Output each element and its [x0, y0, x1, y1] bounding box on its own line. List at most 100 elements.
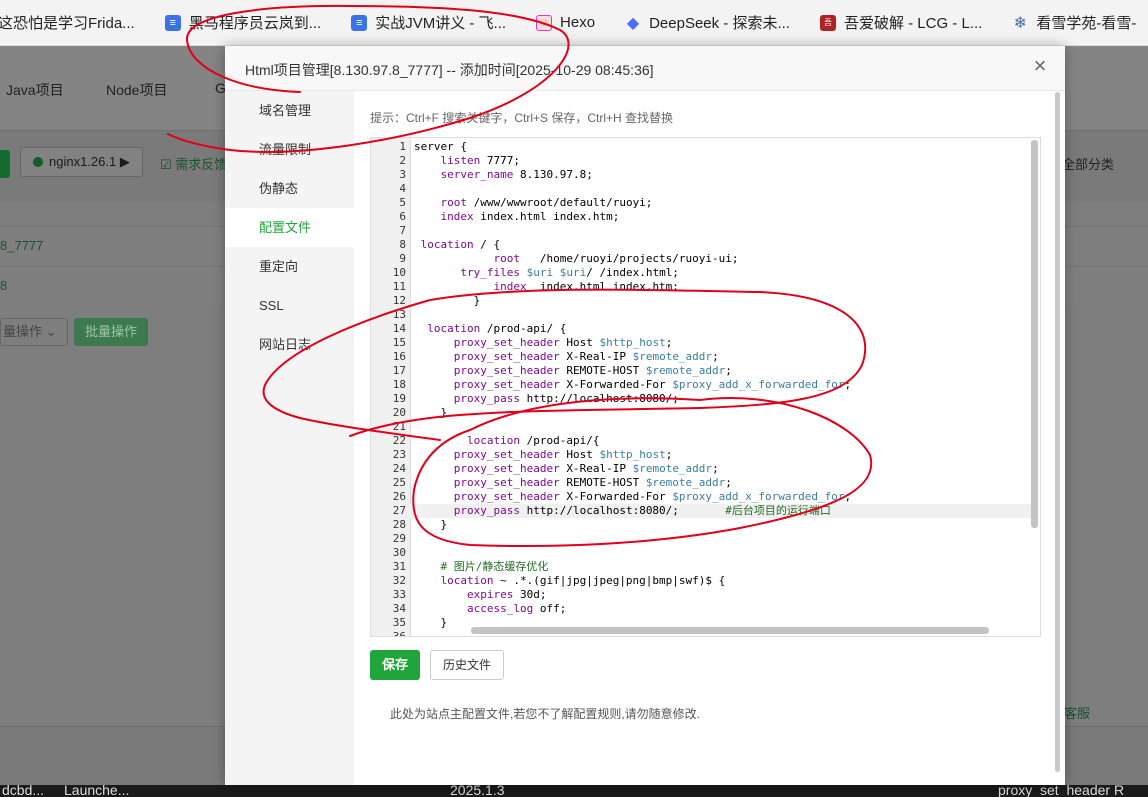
code-line[interactable]: 2 listen 7777; — [371, 154, 1031, 168]
code-line[interactable]: 1 server { — [371, 140, 1031, 154]
code-line[interactable]: 31 # 图片/静态缓存优化 — [371, 560, 1031, 574]
bookmark-heima[interactable]: ≡ 黑马程序员云岚到... — [164, 0, 321, 46]
close-icon[interactable]: × — [1029, 55, 1051, 78]
code-line[interactable]: 28 } — [371, 518, 1031, 532]
sidebar-item-traffic-limit[interactable]: 流量限制 — [225, 130, 354, 169]
bookmark-hexo[interactable]: ☺ Hexo — [536, 0, 595, 46]
code-line[interactable]: 27 proxy_pass http://localhost:8080/; #后… — [371, 504, 1031, 518]
sidebar-item-redirect[interactable]: 重定向 — [225, 247, 354, 286]
code-line[interactable]: 25 proxy_set_header REMOTE-HOST $remote_… — [371, 476, 1031, 490]
editor-vertical-scrollbar[interactable] — [1031, 140, 1038, 528]
code-line[interactable]: 8 location / { — [371, 238, 1031, 252]
nginx-status-button[interactable]: nginx1.26.1 ▶ — [20, 147, 143, 177]
tab-node[interactable]: Node项目 — [106, 80, 167, 100]
config-editor[interactable]: 1 server {2 listen 7777; 3 server_name 8.1… — [370, 137, 1041, 637]
feedback-link[interactable]: ☑ 需求反馈 — [160, 154, 227, 173]
code-line[interactable]: 30 — [371, 546, 1031, 560]
line-number: 29 — [392, 532, 406, 545]
code-line[interactable]: 17 proxy_set_header REMOTE-HOST $remote_… — [371, 364, 1031, 378]
code-line[interactable]: 21 — [371, 420, 1031, 434]
bookmark-52pojie[interactable]: 吾 吾爱破解 - LCG - L... — [819, 0, 982, 46]
tab-java[interactable]: Java项目 — [6, 80, 64, 100]
code-line[interactable]: 4 — [371, 182, 1031, 196]
save-button[interactable]: 保存 — [370, 650, 420, 680]
config-warning-note: 此处为站点主配置文件,若您不了解配置规则,请勿随意修改. — [390, 707, 701, 721]
code-line[interactable]: 23 proxy_set_header Host $http_host; — [371, 448, 1031, 462]
bookmark-jvm[interactable]: ≡ 实战JVM讲义 - 飞... — [351, 0, 506, 46]
code-line[interactable]: 32 location ~ .*.(gif|jpg|jpeg|png|bmp|s… — [371, 574, 1031, 588]
code-line[interactable]: 11 index index.html index.htm; — [371, 280, 1031, 294]
code-token: # 图片/静态缓存优化 — [440, 560, 549, 573]
bookmark-frida[interactable]: 这恐怕是学习Frida... — [0, 0, 135, 46]
line-number: 17 — [392, 364, 406, 377]
line-number: 2 — [399, 154, 406, 167]
code-line[interactable]: 7 — [371, 224, 1031, 238]
modal-scrollbar[interactable] — [1055, 92, 1060, 772]
code-line[interactable]: 18 proxy_set_header X-Forwarded-For $pro… — [371, 378, 1031, 392]
code-line[interactable]: 13 — [371, 308, 1031, 322]
add-site-button[interactable] — [0, 150, 10, 178]
code-line[interactable]: 16 proxy_set_header X-Real-IP $remote_ad… — [371, 350, 1031, 364]
code-line[interactable]: 14 location /prod-api/ { — [371, 322, 1031, 336]
taskbar-item[interactable]: dcbd... — [2, 785, 44, 797]
code-token: 8.130.97.8; — [513, 168, 593, 181]
code-line[interactable]: 29 — [371, 532, 1031, 546]
line-number: 18 — [392, 378, 406, 391]
history-file-button[interactable]: 历史文件 — [430, 650, 504, 680]
line-code: } — [414, 616, 447, 630]
batch-select[interactable]: 量操作 ⌄ — [0, 318, 68, 346]
sidebar-item-rewrite[interactable]: 伪静态 — [225, 169, 354, 208]
code-token: ; — [844, 490, 852, 503]
code-line[interactable]: 19 proxy_pass http://localhost:8080/; — [371, 392, 1031, 406]
code-token: } — [414, 616, 448, 629]
code-token: REMOTE-HOST — [559, 364, 646, 377]
code-line[interactable]: 22 location /prod-api/{ — [371, 434, 1031, 448]
code-line[interactable]: 20 } — [371, 406, 1031, 420]
code-line[interactable]: 5 root /www/wwwroot/default/ruoyi; — [371, 196, 1031, 210]
line-code: index index.html index.htm; — [414, 280, 678, 294]
code-line[interactable]: 33 expires 30d; — [371, 588, 1031, 602]
batch-button[interactable]: 批量操作 — [74, 318, 148, 346]
code-line[interactable]: 26 proxy_set_header X-Forwarded-For $pro… — [371, 490, 1031, 504]
bookmark-deepseek[interactable]: ◆ DeepSeek - 探索未... — [625, 0, 790, 46]
sidebar-item-domain[interactable]: 域名管理 — [225, 91, 354, 130]
editor-horizontal-scrollbar[interactable] — [471, 627, 989, 634]
code-token: ; — [712, 350, 719, 363]
code-line[interactable]: 9 root /home/ruoyi/projects/ruoyi-ui; — [371, 252, 1031, 266]
customer-service-link[interactable]: 客服 — [1064, 703, 1090, 722]
taskbar-item[interactable]: proxy_set_header R — [998, 785, 1124, 797]
code-line[interactable]: 6 index index.html index.htm; — [371, 210, 1031, 224]
code-token: / { — [473, 238, 501, 251]
line-code: proxy_set_header X-Forwarded-For $proxy_… — [414, 378, 851, 392]
code-line[interactable]: 15 proxy_set_header Host $http_host; — [371, 336, 1031, 350]
bookmark-kanxue[interactable]: ❄ 看雪学苑-看雪- — [1012, 0, 1137, 46]
code-token: proxy_set_header — [453, 476, 560, 489]
code-token: listen — [440, 154, 481, 167]
all-categories-select[interactable]: 全部分类 — [1062, 154, 1114, 173]
taskbar-item[interactable]: 2025.1.3 — [450, 785, 505, 797]
sidebar-item-site-log[interactable]: 网站日志 — [225, 325, 354, 364]
sidebar-item-config-file[interactable]: 配置文件 — [225, 208, 354, 247]
nginx-label: nginx1.26.1 ▶ — [49, 154, 130, 169]
code-token: index.html index.htm; — [473, 210, 620, 223]
code-line[interactable]: 3 server_name 8.130.97.8; — [371, 168, 1031, 182]
code-token: $remote_addr — [645, 364, 726, 377]
site-name-link[interactable]: 8 — [0, 278, 7, 293]
code-line[interactable]: 34 access_log off; — [371, 602, 1031, 616]
code-line[interactable]: 12 } — [371, 294, 1031, 308]
sidebar-item-ssl[interactable]: SSL — [225, 286, 354, 325]
site-name-link[interactable]: 8_7777 — [0, 238, 43, 253]
hexo-icon: ☺ — [536, 14, 553, 31]
taskbar-item[interactable]: Launche... — [64, 785, 129, 797]
line-code: } — [414, 406, 447, 420]
code-line[interactable]: 10 try_files $uri $uri/ /index.html; — [371, 266, 1031, 280]
code-line[interactable]: 24 proxy_set_header X-Real-IP $remote_ad… — [371, 462, 1031, 476]
modal-title: Html项目管理[8.130.97.8_7777] -- 添加时间[2025-1… — [245, 62, 654, 78]
